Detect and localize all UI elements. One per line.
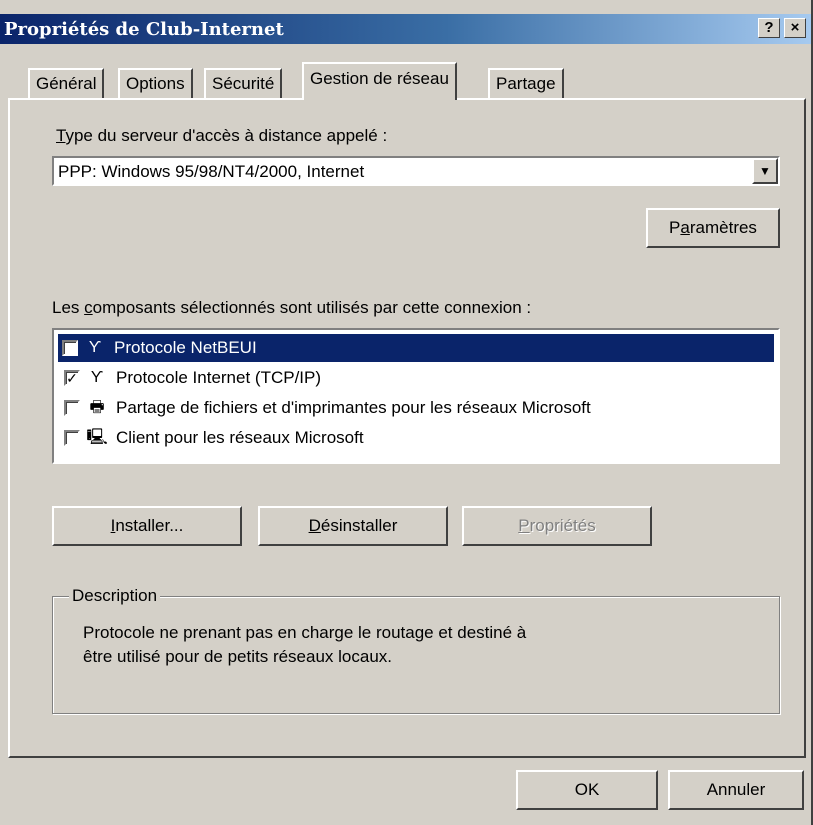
- parametres-button[interactable]: Paramètres: [646, 208, 780, 248]
- description-line-2: être utilisé pour de petits réseaux loca…: [83, 647, 393, 666]
- list-item[interactable]: 🖳 Client pour les réseaux Microsoft: [60, 424, 772, 452]
- help-button[interactable]: ?: [758, 18, 780, 38]
- description-text: Protocole ne prenant pas en charge le ro…: [83, 621, 526, 669]
- components-label-pre: Les: [52, 298, 85, 317]
- uninstall-button[interactable]: Désinstaller: [258, 506, 448, 546]
- uninstall-mnemonic: D: [308, 516, 321, 535]
- components-label-rest: omposants sélectionnés sont utilisés par…: [92, 298, 532, 317]
- tab-options[interactable]: Options: [118, 68, 193, 98]
- tab-partage[interactable]: Partage: [488, 68, 564, 98]
- install-label: nstaller...: [115, 516, 184, 535]
- ok-button[interactable]: OK: [516, 770, 658, 810]
- list-item[interactable]: ✓ Ƴ Protocole Internet (TCP/IP): [60, 364, 772, 392]
- network-protocol-icon: Ƴ: [90, 369, 104, 386]
- parametres-label-rest: ramètres: [689, 218, 757, 237]
- parametres-label-start: P: [669, 218, 681, 237]
- close-button[interactable]: ×: [784, 18, 806, 38]
- list-item[interactable]: Ƴ Protocole NetBEUI: [58, 334, 774, 362]
- description-line-1: Protocole ne prenant pas en charge le ro…: [83, 623, 527, 642]
- description-legend: Description: [69, 586, 161, 606]
- title-bar[interactable]: Propriétés de Club-Internet ? ×: [0, 14, 811, 44]
- checkbox-netbeui[interactable]: [62, 340, 78, 356]
- properties-mnemonic: P: [518, 516, 530, 535]
- cancel-button[interactable]: Annuler: [668, 770, 804, 810]
- components-label-mnemonic: c: [84, 298, 93, 317]
- server-type-label: Type du serveur d'accès à distance appel…: [56, 126, 387, 146]
- list-item-label: Partage de fichiers et d'imprimantes pou…: [116, 398, 591, 417]
- list-item-label: Protocole NetBEUI: [114, 338, 257, 357]
- list-item[interactable]: 🖶 Partage de fichiers et d'imprimantes p…: [60, 394, 772, 422]
- checkbox-file-printer-sharing[interactable]: [64, 400, 80, 416]
- checkbox-tcpip[interactable]: ✓: [64, 370, 80, 386]
- window-title: Propriétés de Club-Internet: [4, 19, 284, 40]
- list-item-label: Protocole Internet (TCP/IP): [116, 368, 322, 387]
- components-list[interactable]: Ƴ Protocole NetBEUI ✓ Ƴ Protocole Intern…: [52, 328, 780, 464]
- properties-label: ropriétés: [529, 516, 596, 535]
- file-printer-sharing-icon: 🖶: [89, 399, 105, 416]
- parametres-label-mnemonic: a: [680, 218, 690, 237]
- description-group: Description Protocole ne prenant pas en …: [52, 586, 780, 714]
- tab-securite[interactable]: Sécurité: [204, 68, 283, 98]
- dialog-window: Propriétés de Club-Internet ? × Général …: [0, 0, 813, 825]
- checkbox-client[interactable]: [64, 430, 80, 446]
- network-protocol-icon: Ƴ: [88, 339, 102, 356]
- server-type-select[interactable]: PPP: Windows 95/98/NT4/2000, Internet ▼: [52, 156, 780, 186]
- server-type-value: PPP: Windows 95/98/NT4/2000, Internet: [58, 162, 365, 181]
- components-label: Les composants sélectionnés sont utilisé…: [52, 298, 531, 318]
- properties-button[interactable]: Propriétés: [462, 506, 652, 546]
- tab-general[interactable]: Général: [28, 68, 105, 98]
- uninstall-label: ésinstaller: [320, 516, 398, 535]
- list-item-label: Client pour les réseaux Microsoft: [116, 428, 364, 447]
- network-client-icon: 🖳: [86, 429, 108, 446]
- server-type-label-text: ype du serveur d'accès à distance appelé…: [65, 126, 388, 145]
- tab-gestion-de-reseau[interactable]: Gestion de réseau: [302, 62, 457, 100]
- install-button[interactable]: Installer...: [52, 506, 242, 546]
- dropdown-arrow-icon[interactable]: ▼: [752, 158, 778, 184]
